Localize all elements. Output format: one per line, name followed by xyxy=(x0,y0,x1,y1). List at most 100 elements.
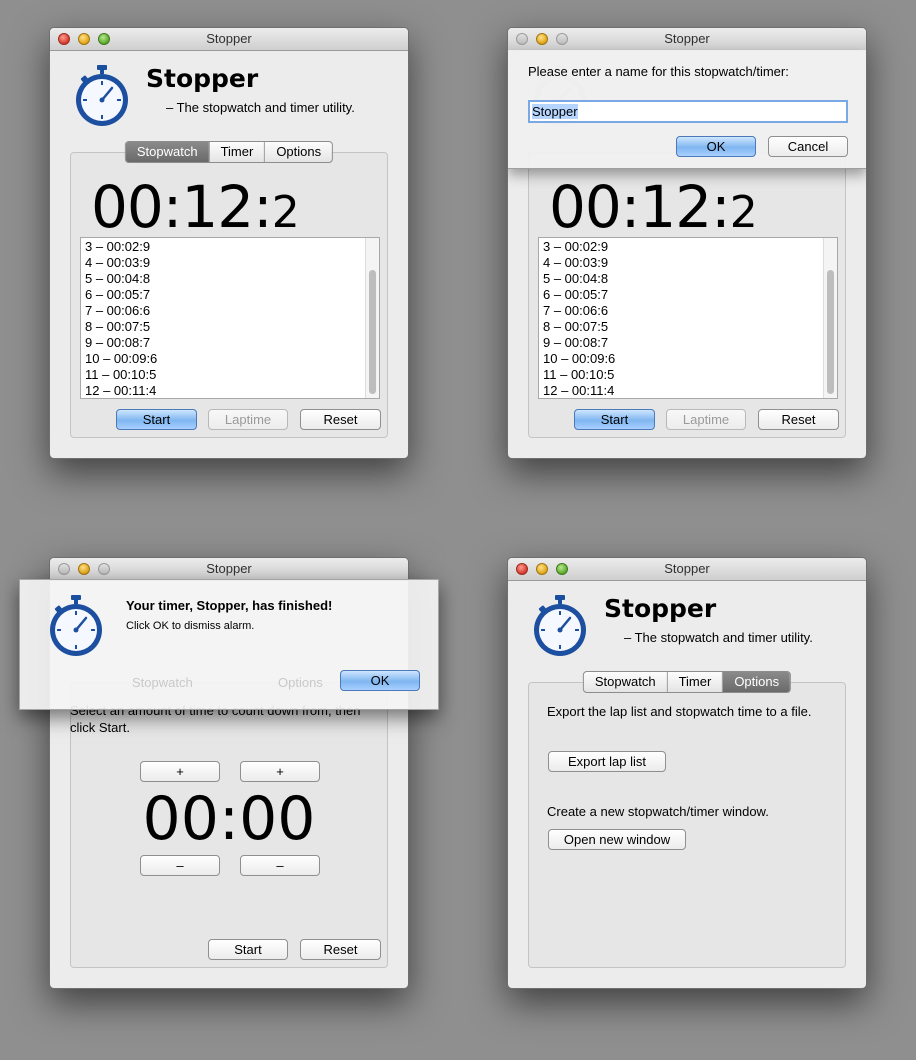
tab-bar: Stopwatch Timer Options xyxy=(124,141,334,163)
rename-sheet: Please enter a name for this stopwatch/t… xyxy=(508,50,866,169)
open-new-window-button[interactable]: Open new window xyxy=(548,829,686,850)
lap-list[interactable]: 3 – 00:02:9 4 – 00:03:9 5 – 00:04:8 6 – … xyxy=(538,237,838,399)
reset-button[interactable]: Reset xyxy=(300,409,381,430)
stopwatch-icon xyxy=(70,64,134,128)
reset-button[interactable]: Reset xyxy=(300,939,381,960)
ok-button[interactable]: OK xyxy=(340,670,420,691)
list-item[interactable]: 7 – 00:06:6 xyxy=(85,303,379,319)
time-fraction: 2 xyxy=(729,187,758,238)
minimize-icon[interactable] xyxy=(78,33,90,45)
alert-message: Click OK to dismiss alarm. xyxy=(126,620,255,632)
title-bar[interactable]: Stopper xyxy=(508,558,866,581)
cancel-button[interactable]: Cancel xyxy=(768,136,848,157)
plus-seconds-button[interactable]: + xyxy=(240,761,320,782)
window-title: Stopper xyxy=(206,31,252,46)
tab-panel: 00:12:2 3 – 00:02:9 4 – 00:03:9 5 – 00:0… xyxy=(528,152,846,438)
scrollbar[interactable] xyxy=(823,238,837,398)
list-item[interactable]: 10 – 00:09:6 xyxy=(85,351,379,367)
list-item[interactable]: 3 – 00:02:9 xyxy=(543,239,837,255)
ok-button[interactable]: OK xyxy=(676,136,756,157)
tab-panel: Stopwatch Timer Options 00:12:2 3 – 00:0… xyxy=(70,141,388,438)
title-bar[interactable]: Stopper xyxy=(508,28,866,51)
new-window-description: Create a new stopwatch/timer window. xyxy=(547,804,769,819)
close-icon[interactable] xyxy=(516,563,528,575)
start-button[interactable]: Start xyxy=(574,409,655,430)
export-description: Export the lap list and stopwatch time t… xyxy=(547,704,812,719)
list-item[interactable]: 6 – 00:05:7 xyxy=(543,287,837,303)
scrollbar-thumb[interactable] xyxy=(827,270,834,394)
list-item[interactable]: 5 – 00:04:8 xyxy=(543,271,837,287)
minimize-icon[interactable] xyxy=(536,33,548,45)
list-item[interactable]: 7 – 00:06:6 xyxy=(543,303,837,319)
app-name: Stopper xyxy=(604,594,717,623)
list-item[interactable]: 4 – 00:03:9 xyxy=(85,255,379,271)
app-name: Stopper xyxy=(146,64,259,93)
laptime-button[interactable]: Laptime xyxy=(666,409,746,430)
tab-timer[interactable]: Timer xyxy=(668,672,724,692)
start-button[interactable]: Start xyxy=(208,939,288,960)
reset-button[interactable]: Reset xyxy=(758,409,839,430)
list-item[interactable]: 6 – 00:05:7 xyxy=(85,287,379,303)
list-item[interactable]: 3 – 00:02:9 xyxy=(85,239,379,255)
list-item[interactable]: 12 – 00:11:4 xyxy=(543,383,837,398)
list-item[interactable]: 5 – 00:04:8 xyxy=(85,271,379,287)
time-main: 00:12: xyxy=(549,173,731,241)
zoom-icon[interactable] xyxy=(98,33,110,45)
tab-panel: Stopwatch Timer Options Export the lap l… xyxy=(528,671,846,968)
list-item[interactable]: 9 – 00:08:7 xyxy=(543,335,837,351)
lap-list[interactable]: 3 – 00:02:9 4 – 00:03:9 5 – 00:04:8 6 – … xyxy=(80,237,380,399)
timer-display: 00:00 xyxy=(142,784,316,854)
scrollbar-thumb[interactable] xyxy=(369,270,376,394)
stopwatch-time: 00:12:2 xyxy=(91,173,300,241)
rename-window: Stopper 00:12:2 3 – 00:02:9 4 – 00:03:9 … xyxy=(507,27,867,459)
tab-options[interactable]: Options xyxy=(265,142,332,162)
list-item[interactable]: 4 – 00:03:9 xyxy=(543,255,837,271)
stopwatch-icon xyxy=(528,594,592,658)
ghost-tab-options: Options xyxy=(278,675,323,690)
minimize-icon[interactable] xyxy=(78,563,90,575)
ghost-tab-stopwatch: Stopwatch xyxy=(132,675,193,690)
title-bar[interactable]: Stopper xyxy=(50,28,408,51)
list-item[interactable]: 11 – 00:10:5 xyxy=(543,367,837,383)
window-title: Stopper xyxy=(664,31,710,46)
export-lap-list-button[interactable]: Export lap list xyxy=(548,751,666,772)
scrollbar[interactable] xyxy=(365,238,379,398)
time-main: 00:12: xyxy=(91,173,273,241)
zoom-icon[interactable] xyxy=(556,563,568,575)
stopwatch-window: Stopper Stopper – The stopwatch and time… xyxy=(49,27,409,459)
title-bar[interactable]: Stopper xyxy=(50,558,408,581)
start-button[interactable]: Start xyxy=(116,409,197,430)
zoom-icon[interactable] xyxy=(556,33,568,45)
name-input[interactable]: Stopper xyxy=(528,100,848,123)
list-item[interactable]: 8 – 00:07:5 xyxy=(543,319,837,335)
alert-title: Your timer, Stopper, has finished! xyxy=(126,598,333,613)
plus-minutes-button[interactable]: + xyxy=(140,761,220,782)
window-title: Stopper xyxy=(206,561,252,576)
list-item[interactable]: 9 – 00:08:7 xyxy=(85,335,379,351)
rename-prompt: Please enter a name for this stopwatch/t… xyxy=(528,64,789,79)
minimize-icon[interactable] xyxy=(536,563,548,575)
tab-bar: Stopwatch Timer Options xyxy=(582,671,792,693)
app-subtitle: – The stopwatch and timer utility. xyxy=(624,630,813,645)
close-icon[interactable] xyxy=(58,563,70,575)
options-window: Stopper Stopper – The stopwatch and time… xyxy=(507,557,867,989)
list-item[interactable]: 8 – 00:07:5 xyxy=(85,319,379,335)
tab-stopwatch[interactable]: Stopwatch xyxy=(125,142,210,162)
tab-stopwatch[interactable]: Stopwatch xyxy=(584,672,668,692)
stopwatch-time: 00:12:2 xyxy=(549,173,758,241)
window-title: Stopper xyxy=(664,561,710,576)
tab-options[interactable]: Options xyxy=(723,672,791,692)
minus-minutes-button[interactable]: – xyxy=(140,855,220,876)
list-item[interactable]: 10 – 00:09:6 xyxy=(543,351,837,367)
minus-seconds-button[interactable]: – xyxy=(240,855,320,876)
zoom-icon[interactable] xyxy=(98,563,110,575)
close-icon[interactable] xyxy=(58,33,70,45)
list-item[interactable]: 11 – 00:10:5 xyxy=(85,367,379,383)
tab-timer[interactable]: Timer xyxy=(210,142,266,162)
list-item[interactable]: 12 – 00:11:4 xyxy=(85,383,379,398)
timer-finished-alert: Stopwatch Options Your timer, Stopper, h… xyxy=(19,579,439,710)
app-subtitle: – The stopwatch and timer utility. xyxy=(166,100,355,115)
stopwatch-icon xyxy=(44,594,108,658)
close-icon[interactable] xyxy=(516,33,528,45)
laptime-button[interactable]: Laptime xyxy=(208,409,288,430)
